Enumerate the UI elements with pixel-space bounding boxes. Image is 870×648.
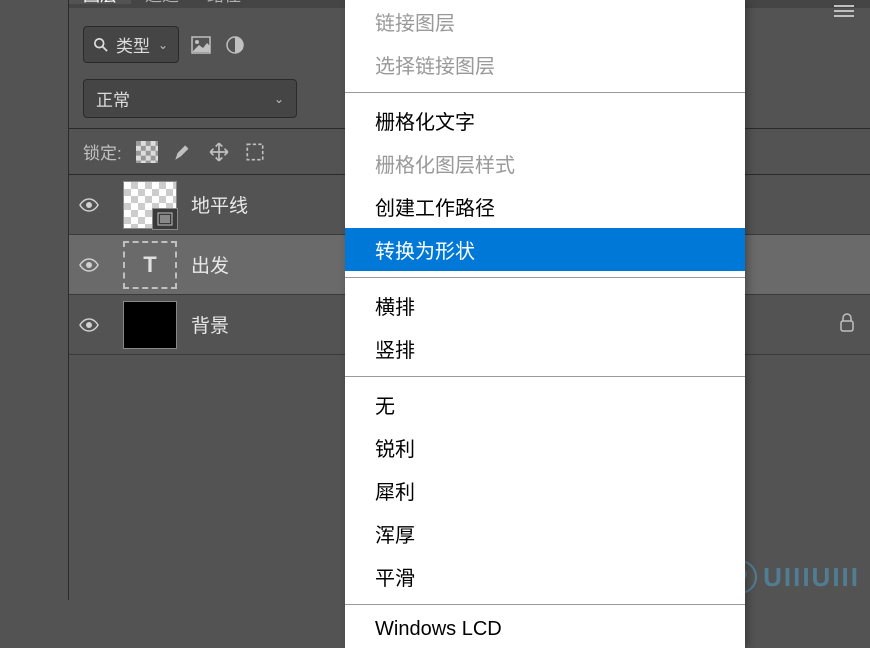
menu-vertical[interactable]: 竖排	[345, 327, 745, 370]
lock-icon	[838, 312, 856, 337]
menu-windows-lcd[interactable]: Windows LCD	[345, 611, 745, 648]
tab-paths[interactable]: 路径	[193, 0, 255, 4]
menu-aa-smooth[interactable]: 平滑	[345, 555, 745, 598]
menu-separator	[345, 277, 745, 278]
lock-transparency-icon[interactable]	[136, 141, 158, 163]
menu-aa-none[interactable]: 无	[345, 383, 745, 426]
layer-name[interactable]: 地平线	[191, 191, 248, 218]
menu-aa-strong[interactable]: 浑厚	[345, 512, 745, 555]
lock-pixels-icon[interactable]	[172, 141, 194, 163]
menu-separator	[345, 376, 745, 377]
visibility-toggle[interactable]	[69, 258, 109, 272]
menu-select-linked: 选择链接图层	[345, 43, 745, 86]
search-icon	[94, 38, 108, 52]
menu-rasterize-style: 栅格化图层样式	[345, 142, 745, 185]
filter-adjustment-icon[interactable]	[223, 34, 247, 56]
menu-convert-shape[interactable]: 转换为形状	[345, 228, 745, 271]
smart-object-badge	[152, 208, 178, 230]
filter-type-dropdown[interactable]: 类型 ⌄	[83, 26, 179, 63]
menu-aa-crisp[interactable]: 犀利	[345, 469, 745, 512]
layer-thumbnail[interactable]	[123, 181, 177, 229]
menu-create-path[interactable]: 创建工作路径	[345, 185, 745, 228]
blend-mode-dropdown[interactable]: 正常 ⌄	[83, 79, 297, 118]
menu-separator	[345, 92, 745, 93]
eye-icon	[79, 318, 99, 332]
filter-type-label: 类型	[116, 32, 150, 57]
menu-separator	[345, 604, 745, 605]
lock-label: 锁定:	[83, 139, 122, 164]
chevron-down-icon: ⌄	[158, 38, 168, 52]
blend-mode-value: 正常	[96, 86, 130, 111]
layer-thumbnail[interactable]	[123, 301, 177, 349]
visibility-toggle[interactable]	[69, 318, 109, 332]
watermark-text: UIIIUIII	[763, 562, 860, 593]
visibility-toggle[interactable]	[69, 198, 109, 212]
menu-aa-sharp[interactable]: 锐利	[345, 426, 745, 469]
layer-name[interactable]: 出发	[191, 251, 229, 278]
menu-link-layers: 链接图层	[345, 0, 745, 43]
layer-name[interactable]: 背景	[191, 311, 229, 338]
text-layer-thumbnail[interactable]: T	[123, 241, 177, 289]
lock-artboard-icon[interactable]	[244, 141, 266, 163]
chevron-down-icon: ⌄	[274, 92, 284, 106]
tab-layers[interactable]: 图层	[69, 0, 131, 4]
lock-position-icon[interactable]	[208, 141, 230, 163]
eye-icon	[79, 258, 99, 272]
menu-horizontal[interactable]: 横排	[345, 284, 745, 327]
menu-rasterize-text[interactable]: 栅格化文字	[345, 99, 745, 142]
tab-channels[interactable]: 通道	[131, 0, 193, 4]
filter-image-icon[interactable]	[189, 34, 213, 56]
eye-icon	[79, 198, 99, 212]
panel-menu-button[interactable]	[834, 2, 858, 20]
context-menu: 链接图层 选择链接图层 栅格化文字 栅格化图层样式 创建工作路径 转换为形状 横…	[345, 0, 745, 648]
